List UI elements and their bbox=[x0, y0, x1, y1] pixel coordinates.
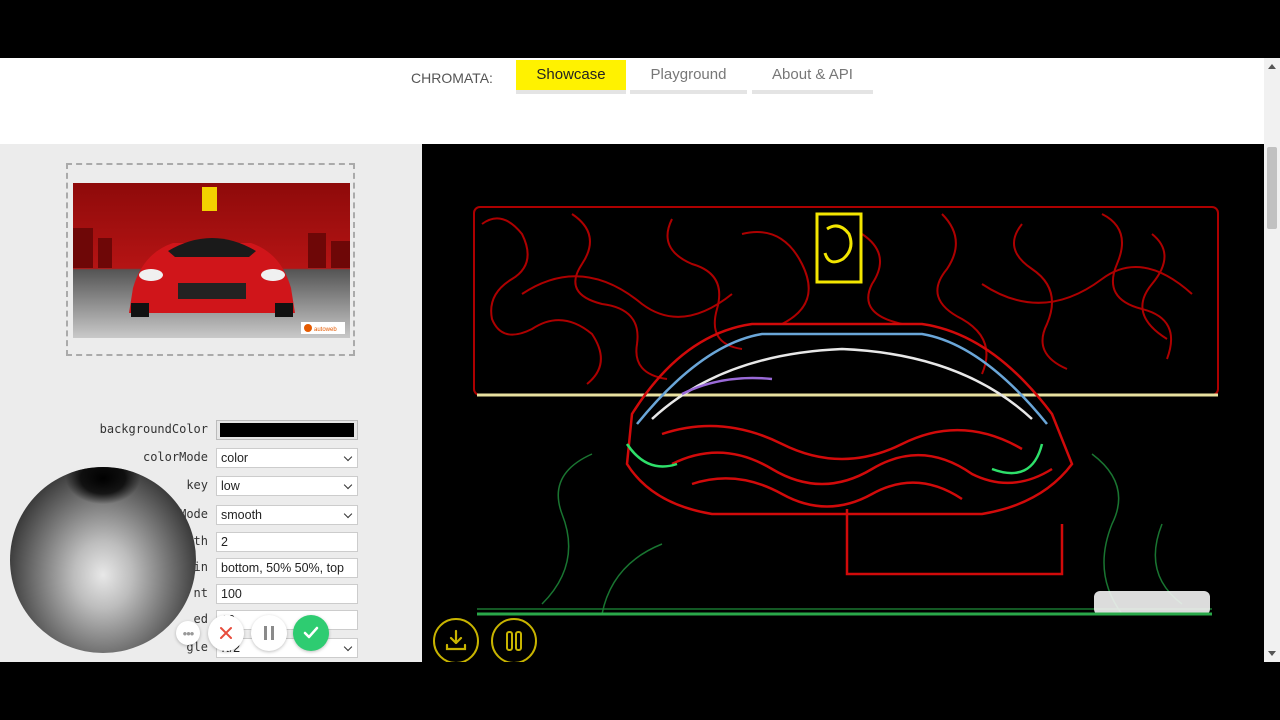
background-color-picker[interactable] bbox=[216, 420, 358, 440]
color-mode-label: colorMode bbox=[142, 450, 208, 464]
top-nav: CHROMATA: Showcase Playground About & AP… bbox=[0, 58, 1264, 144]
line-width-input[interactable]: 2 bbox=[216, 532, 358, 552]
canvas-pause-button[interactable] bbox=[491, 618, 537, 662]
setting-color-mode: colorMode color bbox=[0, 448, 422, 468]
confirm-button[interactable] bbox=[293, 615, 329, 651]
key-label: key bbox=[186, 478, 208, 492]
key-select[interactable]: low bbox=[216, 476, 358, 496]
tab-playground[interactable]: Playground bbox=[630, 60, 747, 94]
tab-showcase[interactable]: Showcase bbox=[516, 60, 626, 94]
page-scrollbar[interactable] bbox=[1264, 58, 1280, 662]
more-icon: ••• bbox=[182, 625, 195, 641]
scrollbar-thumb[interactable] bbox=[1267, 147, 1277, 229]
pause-icon bbox=[506, 631, 522, 651]
path-finder-count-label: nt bbox=[193, 586, 208, 600]
source-image: autoweb bbox=[73, 183, 350, 338]
scroll-up-arrow[interactable] bbox=[1268, 64, 1276, 69]
close-icon bbox=[220, 627, 232, 639]
check-icon bbox=[303, 626, 319, 639]
origin-input[interactable]: bottom, 50% 50%, top bbox=[216, 558, 358, 578]
background-color-swatch bbox=[220, 423, 354, 437]
chromata-output bbox=[473, 206, 1219, 616]
setting-background-color: backgroundColor bbox=[0, 420, 422, 440]
source-image-dropzone[interactable]: autoweb bbox=[66, 163, 355, 356]
download-button[interactable] bbox=[433, 618, 479, 662]
camera-overlay bbox=[10, 467, 196, 653]
download-icon bbox=[445, 629, 467, 651]
scroll-down-arrow[interactable] bbox=[1268, 651, 1276, 656]
path-finder-count-input[interactable]: 100 bbox=[216, 584, 358, 604]
more-button[interactable]: ••• bbox=[176, 621, 200, 645]
source-image-badge: autoweb bbox=[314, 327, 337, 333]
color-mode-select[interactable]: color bbox=[216, 448, 358, 468]
background-color-label: backgroundColor bbox=[99, 422, 208, 436]
tab-about-api[interactable]: About & API bbox=[752, 60, 873, 94]
pause-icon bbox=[264, 626, 274, 640]
line-mode-select[interactable]: smooth bbox=[216, 505, 358, 525]
pause-button[interactable] bbox=[251, 615, 287, 651]
brand-label: CHROMATA: bbox=[411, 70, 493, 86]
cancel-button[interactable] bbox=[208, 615, 244, 651]
render-canvas[interactable] bbox=[422, 144, 1264, 662]
